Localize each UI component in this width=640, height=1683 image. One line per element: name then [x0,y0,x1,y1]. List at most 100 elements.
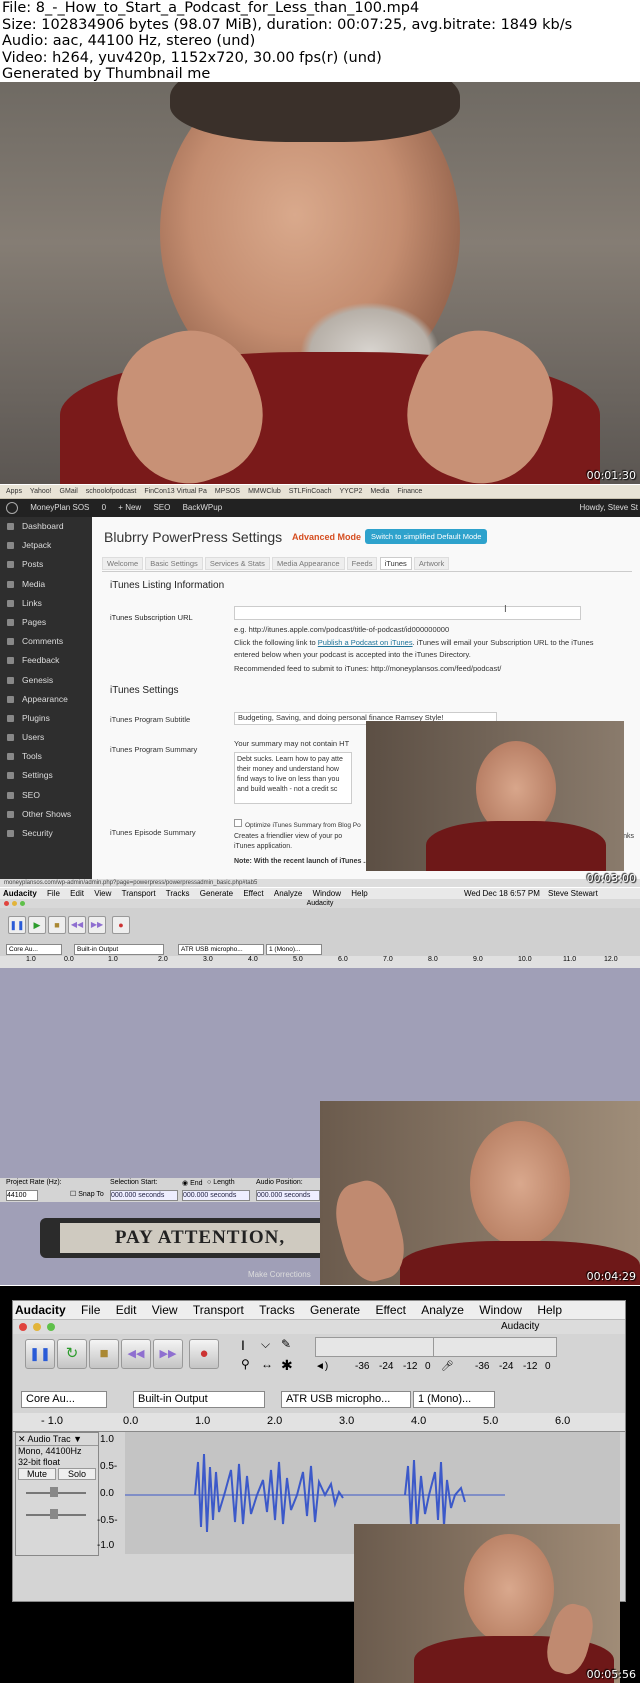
playback-meter[interactable] [315,1337,437,1357]
bookmark[interactable]: STLFinCoach [289,485,332,498]
sidebar-item-appearance[interactable]: Appearance [0,690,92,709]
menu-analyze[interactable]: Analyze [421,1303,464,1317]
sidebar-item-plugins[interactable]: Plugins [0,709,92,728]
stop-button[interactable]: ■ [48,916,66,934]
sidebar-item-users[interactable]: Users [0,728,92,747]
bookmark[interactable]: Finance [397,485,422,498]
menu-window[interactable]: Window [479,1303,522,1317]
snap-to-checkbox[interactable]: ☐ Snap To [70,1190,104,1198]
bookmark[interactable]: FinCon13 Virtual Pa [144,485,207,498]
skip-start-button[interactable]: ◀◀ [68,916,86,934]
audio-position-field[interactable]: 000.000 seconds [256,1190,320,1201]
wordpress-logo-icon[interactable] [6,501,18,514]
skip-start-button[interactable]: ◀◀ [121,1339,151,1369]
selection-tool-icon[interactable]: I [241,1337,245,1353]
menu-tracks[interactable]: Tracks [259,1303,295,1317]
switch-mode-button[interactable]: Switch to simplified Default Mode [365,529,488,544]
channels-select[interactable]: 1 (Mono)... [266,944,322,955]
tab-media-appearance[interactable]: Media Appearance [271,557,345,570]
sidebar-item-pages[interactable]: Pages [0,613,92,632]
menu-generate[interactable]: Generate [200,888,233,899]
sidebar-item-posts[interactable]: Posts [0,555,92,574]
pause-button[interactable]: ❚❚ [8,916,26,934]
menu-edit[interactable]: Edit [116,1303,137,1317]
sidebar-item-settings[interactable]: Settings [0,766,92,785]
program-summary-textarea[interactable]: Debt sucks. Learn how to pay atte their … [234,752,352,804]
menu-file[interactable]: File [47,888,60,899]
menu-generate[interactable]: Generate [310,1303,360,1317]
pause-button[interactable]: ❚❚ [25,1339,55,1369]
record-button[interactable]: ● [112,916,130,934]
timeline-ruler[interactable]: - 1.0 0.0 1.0 2.0 3.0 4.0 5.0 6.0 [13,1413,625,1432]
site-name[interactable]: MoneyPlan SOS [30,499,89,517]
close-window-icon[interactable] [19,1323,27,1331]
sidebar-item-genesis[interactable]: Genesis [0,671,92,690]
gain-slider[interactable] [16,1482,98,1504]
app-menu[interactable]: Audacity [15,1303,66,1317]
channels-select[interactable]: 1 (Mono)... [413,1391,495,1408]
menu-help[interactable]: Help [537,1303,562,1317]
menu-help[interactable]: Help [351,888,367,899]
tab-feeds[interactable]: Feeds [346,557,378,570]
comments-count[interactable]: 0 [102,499,106,517]
menu-view[interactable]: View [152,1303,178,1317]
backwpup-menu[interactable]: BackWPup [183,499,223,517]
mute-button[interactable]: Mute [18,1468,56,1480]
sidebar-item-tools[interactable]: Tools [0,747,92,766]
stop-button[interactable]: ■ [89,1339,119,1369]
output-select[interactable]: Built-in Output [74,944,164,955]
menu-transport[interactable]: Transport [122,888,156,899]
play-button[interactable]: ▶ [28,916,46,934]
bookmark[interactable]: YYCP2 [339,485,362,498]
input-select[interactable]: ATR USB micropho... [281,1391,411,1408]
menu-effect[interactable]: Effect [375,1303,405,1317]
selection-start-field[interactable]: 000.000 seconds [110,1190,178,1201]
menu-view[interactable]: View [94,888,111,899]
timeshift-tool-icon[interactable]: ↔ [261,1357,273,1371]
skip-end-button[interactable]: ▶▶ [153,1339,183,1369]
sidebar-item-links[interactable]: Links [0,594,92,613]
draw-tool-icon[interactable]: ✎ [281,1337,291,1351]
bookmark[interactable]: MMWClub [248,485,281,498]
track-name-button[interactable]: ✕ Audio Trac ▼ [16,1433,98,1446]
sidebar-item-comments[interactable]: Comments [0,632,92,651]
tab-artwork[interactable]: Artwork [413,557,450,570]
optimize-summary-checkbox[interactable]: Optimize iTunes Summary from Blog Po [234,819,361,829]
minimize-window-icon[interactable] [33,1323,41,1331]
howdy-user[interactable]: Howdy, Steve St [579,499,638,517]
zoom-window-icon[interactable] [47,1323,55,1331]
menu-edit[interactable]: Edit [70,888,84,899]
sidebar-item-dashboard[interactable]: Dashboard [0,517,92,536]
host-select[interactable]: Core Au... [6,944,62,955]
close-window-icon[interactable] [4,901,9,906]
solo-button[interactable]: Solo [58,1468,96,1480]
output-select[interactable]: Built-in Output [133,1391,265,1408]
bookmark[interactable]: Yahoo! [30,485,52,498]
sidebar-item-security[interactable]: Security [0,824,92,843]
bookmark[interactable]: schoolofpodcast [86,485,137,498]
sidebar-item-feedback[interactable]: Feedback [0,651,92,670]
tab-itunes[interactable]: iTunes [379,557,412,570]
menu-tracks[interactable]: Tracks [166,888,190,899]
tab-welcome[interactable]: Welcome [102,557,144,570]
publish-podcast-link[interactable]: Publish a Podcast on iTunes [318,638,413,647]
menu-effect[interactable]: Effect [243,888,263,899]
loop-play-button[interactable]: ↻ [57,1339,87,1369]
user-name[interactable]: Steve Stewart [548,888,598,899]
pan-slider[interactable] [16,1504,98,1526]
menu-transport[interactable]: Transport [193,1303,244,1317]
tab-services-stats[interactable]: Services & Stats [204,557,270,570]
selection-end-field[interactable]: 000.000 seconds [182,1190,250,1201]
zoom-window-icon[interactable] [20,901,25,906]
menu-window[interactable]: Window [313,888,341,899]
envelope-tool-icon[interactable]: ⌵ [261,1337,270,1352]
bookmark[interactable]: Apps [6,485,22,498]
new-button[interactable]: + New [118,499,141,517]
end-radio[interactable]: ◉ End [182,1179,203,1187]
sidebar-item-other-shows[interactable]: Other Shows [0,805,92,824]
sidebar-item-seo[interactable]: SEO [0,786,92,805]
menu-analyze[interactable]: Analyze [274,888,302,899]
host-select[interactable]: Core Au... [21,1391,107,1408]
bookmark[interactable]: GMail [60,485,78,498]
record-meter[interactable] [433,1337,557,1357]
